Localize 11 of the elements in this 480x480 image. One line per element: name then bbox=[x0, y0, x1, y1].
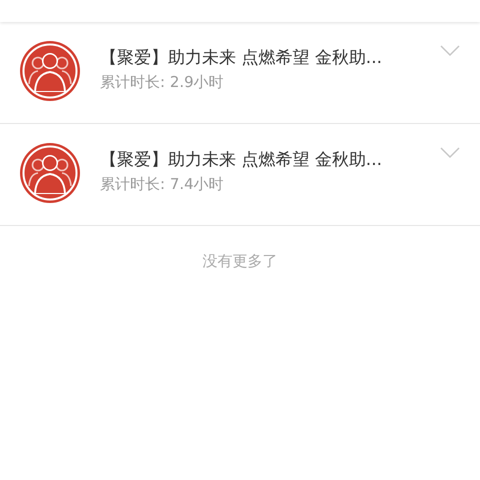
activity-item[interactable]: 【聚爱】助力未来 点燃希望 金秋助... 累计时长: 7.4小时 bbox=[0, 125, 480, 226]
activity-title: 【聚爱】助力未来 点燃希望 金秋助... bbox=[100, 149, 382, 172]
activity-item[interactable]: 【聚爱】助力未来 点燃希望 金秋助... 累计时长: 2.9小时 bbox=[0, 23, 480, 124]
group-avatar-icon bbox=[19, 40, 81, 102]
duration-text: 累计时长: 2.9小时 bbox=[100, 72, 225, 92]
duration-text: 累计时长: 7.4小时 bbox=[100, 174, 225, 194]
group-avatar-icon bbox=[19, 142, 81, 204]
activity-title: 【聚爱】助力未来 点燃希望 金秋助... bbox=[100, 47, 382, 70]
end-of-list-text: 没有更多了 bbox=[202, 252, 278, 271]
chevron-down-icon[interactable] bbox=[440, 45, 460, 57]
chevron-down-icon[interactable] bbox=[440, 147, 460, 159]
